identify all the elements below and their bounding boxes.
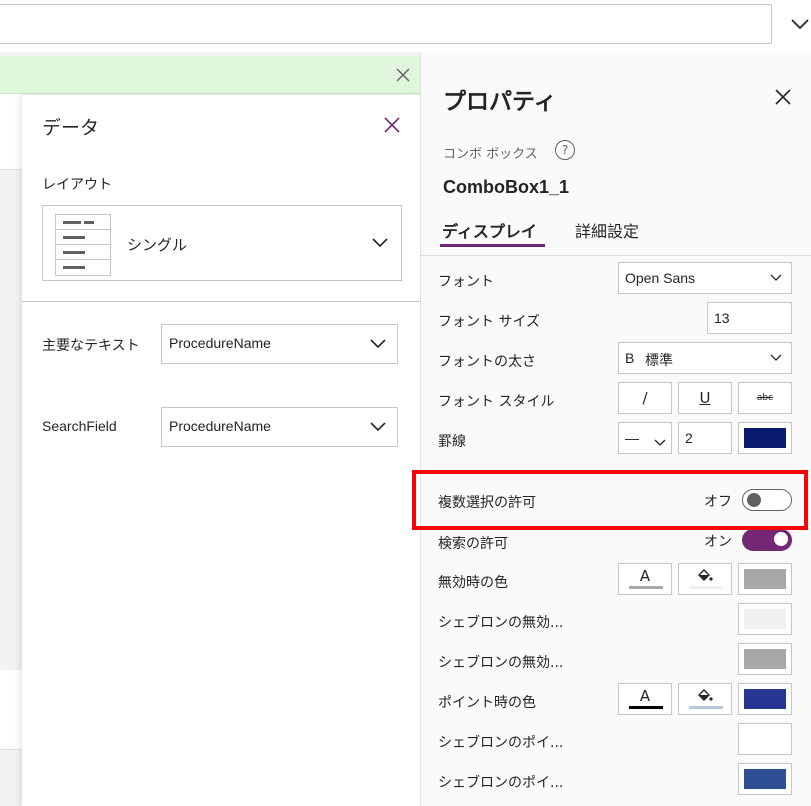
font-dropdown[interactable]: Open Sans xyxy=(618,262,792,294)
font-label: フォント xyxy=(438,274,494,290)
control-name: ComboBox1_1 xyxy=(443,177,570,197)
font-size-value: 13 xyxy=(714,310,730,326)
data-pane-title: データ xyxy=(42,117,100,139)
primary-text-value: ProcedureName xyxy=(169,335,271,351)
chevron-hover-fill-label: シェブロンのポイ... xyxy=(438,735,564,751)
disabled-fill-button[interactable] xyxy=(678,563,732,595)
chevron-disabled-fill-picker[interactable] xyxy=(738,603,792,635)
border-width-value: 2 xyxy=(685,430,693,446)
chevron-disabled-color-picker[interactable] xyxy=(738,643,792,675)
layout-thumbnail-icon xyxy=(55,214,111,276)
layout-value: シングル xyxy=(127,236,188,254)
chevron-hover-color-picker[interactable] xyxy=(738,763,792,795)
chevron-hover-fill-picker[interactable] xyxy=(738,723,792,755)
font-weight-label: フォントの太さ xyxy=(438,354,536,370)
color-bar xyxy=(689,706,723,709)
disabled-border-color-picker[interactable] xyxy=(738,563,792,595)
border-style-dropdown[interactable]: — xyxy=(618,422,672,454)
border-label: 罫線 xyxy=(438,434,466,450)
color-bar xyxy=(689,586,723,589)
chevron-down-icon xyxy=(769,271,783,285)
border-width-input[interactable]: 2 xyxy=(678,422,732,454)
color-swatch xyxy=(744,428,786,448)
color-swatch xyxy=(744,689,786,709)
properties-pane: プロパティ コンボ ボックス ? ComboBox1_1 ディスプレイ 詳細設定… xyxy=(420,52,811,806)
font-size-input[interactable]: 13 xyxy=(707,302,792,334)
color-swatch xyxy=(744,649,786,669)
font-weight-value: 標準 xyxy=(645,352,673,368)
divider xyxy=(22,301,420,302)
highlight-box xyxy=(412,470,808,530)
help-icon[interactable]: ? xyxy=(555,140,575,160)
chevron-down-icon xyxy=(769,351,783,365)
chevron-down-icon xyxy=(369,418,387,436)
font-value: Open Sans xyxy=(625,270,696,286)
divider xyxy=(421,255,811,256)
text-color-icon: A xyxy=(639,567,651,585)
toggle-knob xyxy=(774,532,788,546)
color-swatch xyxy=(744,569,786,589)
italic-button[interactable]: / xyxy=(618,382,672,414)
text-color-icon: A xyxy=(639,687,651,705)
chevron-disabled-fill-label: シェブロンの無効... xyxy=(438,615,564,631)
chevron-down-icon[interactable] xyxy=(790,14,810,34)
chevron-down-icon xyxy=(371,234,389,252)
color-swatch xyxy=(744,609,786,629)
layout-dropdown[interactable]: シングル xyxy=(42,205,402,281)
control-type: コンボ ボックス xyxy=(443,147,538,162)
color-bar xyxy=(629,586,663,589)
disabled-text-color-button[interactable]: A xyxy=(618,563,672,595)
data-pane: データ レイアウト シングル 主要なテキスト ProcedureName Sea… xyxy=(22,95,420,806)
disabled-color-label: 無効時の色 xyxy=(438,575,508,591)
hover-border-color-picker[interactable] xyxy=(738,683,792,715)
primary-text-label: 主要なテキスト xyxy=(42,338,140,354)
chevron-disabled-color-label: シェブロンの無効... xyxy=(438,655,564,671)
fill-bucket-icon xyxy=(698,569,713,581)
close-icon[interactable] xyxy=(394,66,412,84)
hover-color-label: ポイント時の色 xyxy=(438,695,536,711)
primary-text-dropdown[interactable]: ProcedureName xyxy=(161,324,398,364)
close-icon[interactable] xyxy=(382,115,402,135)
tab-display[interactable]: ディスプレイ xyxy=(442,218,537,242)
color-swatch xyxy=(744,729,786,749)
search-toggle[interactable] xyxy=(742,529,792,551)
canvas-row xyxy=(0,670,22,750)
notification-bar xyxy=(0,56,420,94)
border-color-picker[interactable] xyxy=(738,422,792,454)
active-tab-indicator xyxy=(440,244,545,247)
font-style-label: フォント スタイル xyxy=(438,394,555,410)
search-field-label: SearchField xyxy=(42,418,117,434)
chevron-down-icon xyxy=(654,432,666,451)
chevron-down-icon xyxy=(369,335,387,353)
font-weight-prefix: B xyxy=(625,350,635,366)
hover-fill-button[interactable] xyxy=(678,683,732,715)
color-bar xyxy=(629,706,663,709)
fill-bucket-icon xyxy=(698,689,713,701)
close-icon[interactable] xyxy=(773,87,793,107)
font-size-label: フォント サイズ xyxy=(438,314,541,330)
search-field-dropdown[interactable]: ProcedureName xyxy=(161,407,398,447)
underline-button[interactable]: U xyxy=(678,382,732,414)
chevron-hover-color-label: シェブロンのポイ... xyxy=(438,775,564,791)
layout-label: レイアウト xyxy=(42,177,112,193)
color-swatch xyxy=(744,769,786,789)
formula-bar xyxy=(0,0,811,52)
search-field-value: ProcedureName xyxy=(169,418,271,434)
properties-title: プロパティ xyxy=(443,89,557,115)
font-weight-dropdown[interactable]: B 標準 xyxy=(618,342,792,374)
search-state: オン xyxy=(704,534,732,550)
border-style-glyph: — xyxy=(625,430,639,446)
strikethrough-button[interactable]: abc xyxy=(738,382,792,414)
tab-advanced[interactable]: 詳細設定 xyxy=(575,218,639,242)
canvas-row xyxy=(0,94,22,170)
hover-text-color-button[interactable]: A xyxy=(618,683,672,715)
search-label: 検索の許可 xyxy=(438,536,508,552)
formula-input[interactable] xyxy=(0,4,772,44)
